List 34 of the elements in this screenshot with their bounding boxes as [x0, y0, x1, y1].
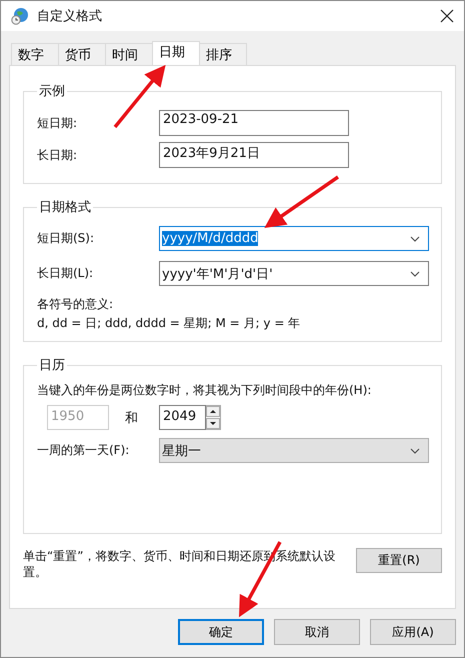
spin-down-icon[interactable] — [206, 418, 220, 429]
chevron-down-icon — [410, 448, 420, 454]
chevron-down-icon — [410, 270, 420, 276]
symbol-legend: d, dd = 日; ddd, dddd = 星期; M = 月; y = 年 — [37, 315, 431, 332]
and-label: 和 — [124, 410, 139, 426]
dialog-button[interactable]: 取消 — [274, 619, 360, 645]
window-title: 自定义格式 — [37, 8, 103, 25]
dialog-button[interactable]: 应用(A) — [370, 619, 456, 645]
legend-title: 各符号的意义: — [37, 296, 114, 313]
tab[interactable]: 日期 — [152, 41, 200, 65]
spin-up-icon[interactable] — [206, 406, 220, 417]
globe-clock-icon — [11, 7, 29, 25]
dialog-button[interactable]: 确定 — [178, 619, 264, 645]
tab[interactable]: 数字 — [11, 43, 59, 65]
reset-button[interactable]: 重置(R) — [356, 548, 442, 573]
field-label: 长日期: — [37, 146, 78, 164]
example-field: 2023-09-21 — [159, 110, 349, 136]
annotation-arrow — [114, 64, 166, 128]
field-label: 一周的第一天(F): — [37, 442, 130, 459]
format-combobox[interactable]: yyyy/M/d/dddd — [159, 226, 429, 251]
field-label: 长日期(L): — [37, 265, 94, 282]
first-day-dropdown[interactable]: 星期一 — [159, 438, 429, 463]
field-label: 短日期(S): — [37, 230, 96, 247]
close-icon[interactable] — [440, 9, 454, 23]
group-title: 示例 — [38, 83, 66, 100]
field-label: 短日期: — [37, 114, 78, 132]
group-title: 日历 — [38, 357, 66, 374]
group-title: 日期格式 — [38, 199, 92, 216]
chevron-down-icon — [410, 236, 420, 242]
example-field: 2023年9月21日 — [159, 142, 349, 168]
format-combobox[interactable]: yyyy'年'M'月'd'日' — [159, 261, 429, 286]
end-year-field[interactable]: 2049 — [159, 405, 206, 430]
two-digit-year-label: 当键入的年份是两位数字时，将其视为下列时间段中的年份(H): — [37, 382, 372, 399]
tab[interactable]: 排序 — [199, 43, 247, 65]
